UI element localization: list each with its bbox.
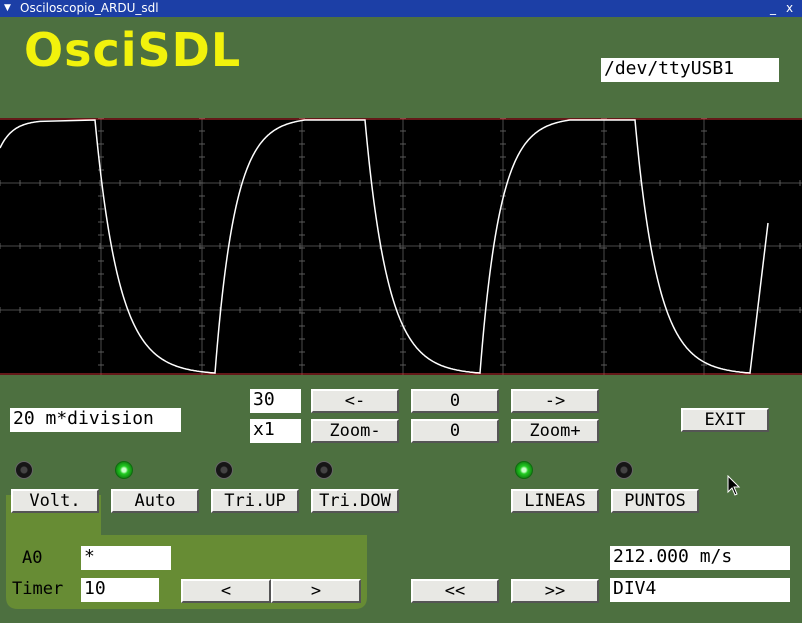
channel-label: A0 [22, 548, 43, 568]
app-logo: OsciSDL [24, 23, 242, 77]
timer-field[interactable]: 10 [81, 578, 159, 602]
mouse-cursor-icon [727, 475, 741, 496]
trigger-down-button[interactable]: Tri.DOW [311, 489, 399, 513]
offset-field[interactable]: 30 [250, 389, 301, 413]
trigger-up-led [215, 461, 233, 479]
auto-button[interactable]: Auto [111, 489, 199, 513]
app-window: OsciSDL /dev/ttyUSB1 20 m*division 30 x1… [0, 17, 802, 623]
timer-decrease-button[interactable]: < [181, 579, 271, 603]
window-menu-icon[interactable]: ▼ [4, 0, 11, 17]
lines-button[interactable]: LINEAS [511, 489, 599, 513]
volt-led [15, 461, 33, 479]
timer-label: Timer [12, 579, 64, 599]
zoom-minus-button[interactable]: Zoom- [311, 419, 399, 443]
scope-grid [0, 118, 802, 375]
division-field[interactable]: DIV4 [610, 578, 790, 602]
auto-led [115, 461, 133, 479]
zoom-value-button[interactable]: 0 [411, 419, 499, 443]
timebase-field[interactable]: 20 m*division [10, 408, 181, 432]
oscilloscope-screen [0, 118, 802, 375]
trigger-down-led [315, 461, 333, 479]
shift-left-button[interactable]: <- [311, 389, 399, 413]
volt-button[interactable]: Volt. [11, 489, 99, 513]
shift-right-button[interactable]: -> [511, 389, 599, 413]
window-titlebar: ▼ Osciloscopio_ARDU_sdl _ x [0, 0, 802, 17]
zoom-factor-field[interactable]: x1 [250, 419, 301, 443]
close-button[interactable]: x [786, 0, 793, 17]
rewind-button[interactable]: << [411, 579, 499, 603]
minimize-button[interactable]: _ [770, 0, 776, 17]
lines-led [515, 461, 533, 479]
sample-rate-field[interactable]: 212.000 m/s [610, 546, 790, 570]
center-value-button[interactable]: 0 [411, 389, 499, 413]
points-led [615, 461, 633, 479]
channel-field[interactable]: * [81, 546, 171, 570]
window-title: Osciloscopio_ARDU_sdl [20, 1, 159, 15]
zoom-plus-button[interactable]: Zoom+ [511, 419, 599, 443]
points-button[interactable]: PUNTOS [611, 489, 699, 513]
forward-button[interactable]: >> [511, 579, 599, 603]
exit-button[interactable]: EXIT [681, 408, 769, 432]
serial-port-field[interactable]: /dev/ttyUSB1 [601, 58, 779, 82]
trigger-up-button[interactable]: Tri.UP [211, 489, 299, 513]
timer-increase-button[interactable]: > [271, 579, 361, 603]
